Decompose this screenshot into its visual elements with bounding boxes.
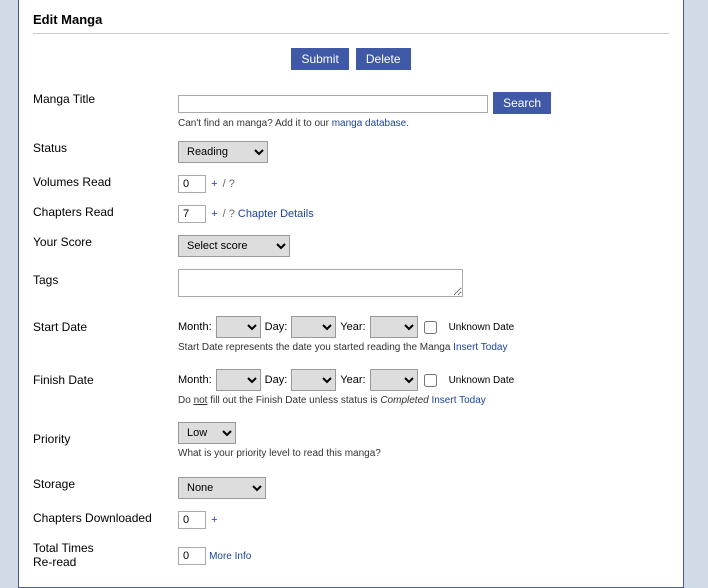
start-month-label: Month: — [178, 321, 212, 333]
finish-month-select[interactable] — [216, 369, 261, 391]
start-day-select[interactable] — [291, 316, 336, 338]
storage-select[interactable]: None — [178, 477, 266, 499]
priority-select[interactable]: Low — [178, 422, 236, 444]
finish-date-label: Finish Date — [33, 359, 178, 412]
downloaded-plus-icon[interactable]: + — [209, 514, 219, 526]
volumes-input[interactable] — [178, 175, 206, 193]
start-unknown-checkbox[interactable] — [424, 321, 437, 334]
start-day-label: Day: — [265, 321, 288, 333]
action-bar: Submit Delete — [33, 48, 669, 70]
finish-unknown-checkbox[interactable] — [424, 374, 437, 387]
volumes-sep: / — [223, 178, 226, 190]
status-label: Status — [33, 135, 178, 169]
start-date-label: Start Date — [33, 306, 178, 359]
storage-label: Storage — [33, 465, 178, 505]
finish-insert-today-link[interactable]: Insert Today — [431, 395, 485, 406]
finish-unknown-label: Unknown Date — [449, 375, 515, 386]
priority-label: Priority — [33, 412, 178, 465]
score-label: Your Score — [33, 229, 178, 263]
finish-year-label: Year: — [340, 374, 365, 386]
status-select[interactable]: Reading — [178, 141, 268, 163]
manga-title-input[interactable] — [178, 95, 488, 113]
manga-database-link[interactable]: manga database — [332, 118, 407, 129]
form-table: Manga Title Search Can't find an manga? … — [33, 86, 669, 575]
chapters-label: Chapters Read — [33, 199, 178, 229]
start-month-select[interactable] — [216, 316, 261, 338]
finish-day-select[interactable] — [291, 369, 336, 391]
tags-label: Tags — [33, 263, 178, 306]
volumes-label: Volumes Read — [33, 169, 178, 199]
volumes-plus-icon[interactable]: + — [209, 178, 219, 190]
finish-date-row: Month: Day: Year: Unknown Date — [178, 369, 514, 391]
downloaded-label: Chapters Downloaded — [33, 505, 178, 535]
volumes-total: ? — [229, 178, 235, 190]
chapters-plus-icon[interactable]: + — [209, 208, 219, 220]
chapters-sep: / — [223, 208, 226, 220]
chapter-details-link[interactable]: Chapter Details — [238, 208, 314, 220]
chapters-total: ? — [229, 208, 235, 220]
finish-date-hint: Do not fill out the Finish Date unless s… — [178, 395, 669, 406]
search-button[interactable]: Search — [493, 92, 551, 114]
finish-month-label: Month: — [178, 374, 212, 386]
delete-button[interactable]: Delete — [356, 48, 411, 70]
title-hint: Can't find an manga? Add it to our manga… — [178, 118, 669, 129]
manga-title-label: Manga Title — [33, 86, 178, 135]
reread-more-info-link[interactable]: More Info — [209, 551, 251, 562]
priority-hint: What is your priority level to read this… — [178, 448, 669, 459]
start-insert-today-link[interactable]: Insert Today — [453, 342, 507, 353]
edit-manga-panel: Edit Manga Submit Delete Manga Title Sea… — [18, 0, 684, 588]
reread-input[interactable] — [178, 547, 206, 565]
start-date-hint: Start Date represents the date you start… — [178, 342, 669, 353]
page-title: Edit Manga — [33, 12, 669, 34]
reread-label: Total Times Re-read — [33, 535, 178, 575]
submit-button[interactable]: Submit — [291, 48, 348, 70]
chapters-input[interactable] — [178, 205, 206, 223]
start-date-row: Month: Day: Year: Unknown Date — [178, 316, 514, 338]
finish-day-label: Day: — [265, 374, 288, 386]
start-year-select[interactable] — [370, 316, 418, 338]
start-year-label: Year: — [340, 321, 365, 333]
downloaded-input[interactable] — [178, 511, 206, 529]
finish-year-select[interactable] — [370, 369, 418, 391]
tags-textarea[interactable] — [178, 269, 463, 297]
score-select[interactable]: Select score — [178, 235, 290, 257]
start-unknown-label: Unknown Date — [449, 322, 515, 333]
